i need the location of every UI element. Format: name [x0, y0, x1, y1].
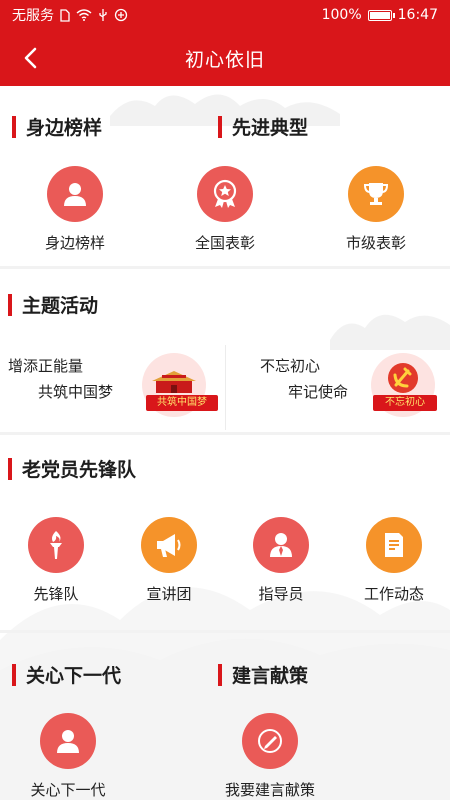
section-header-advanced-models: 先进典型 [218, 113, 308, 140]
icon-circle [47, 166, 103, 222]
section-accent-bar [218, 115, 222, 138]
icon-circle [253, 517, 309, 573]
section-divider [0, 432, 450, 435]
item-label: 市级表彰 [345, 234, 406, 252]
role-model-item-national[interactable]: 全国表彰 [183, 166, 267, 253]
sim-icon [60, 8, 70, 22]
instructor-icon [270, 533, 292, 557]
clock-time: 16:47 [397, 7, 438, 23]
section-header-vanguard: 老党员先锋队 [8, 455, 136, 482]
page-title: 初心依旧 [184, 48, 265, 71]
icon-circle [40, 713, 96, 769]
torch-icon [50, 531, 62, 559]
activity-card-chinese-dream[interactable]: 增添正能量 共筑中国梦 共筑中国梦 [0, 345, 225, 430]
wifi-icon [76, 9, 92, 21]
section-accent-bar [8, 293, 12, 316]
section-title: 关心下一代 [26, 665, 122, 687]
vanguard-item-lecture[interactable]: 宣讲团 [131, 517, 207, 604]
icon-circle [348, 166, 404, 222]
pen-icon [258, 729, 282, 753]
icon-circle [141, 517, 197, 573]
item-label: 我要建言献策 [224, 781, 315, 799]
section-accent-bar [12, 663, 16, 686]
section-title: 老党员先锋队 [22, 459, 137, 481]
document-icon [385, 533, 403, 557]
battery-percent: 100% [321, 7, 362, 23]
icon-circle [197, 166, 253, 222]
section-title: 先进典型 [232, 117, 309, 139]
icon-circle [366, 517, 422, 573]
item-label: 工作动态 [363, 585, 424, 603]
section-divider [0, 630, 450, 633]
section-header-theme: 主题活动 [8, 291, 98, 318]
section-header-next-generation: 关心下一代 [12, 661, 121, 688]
carrier-text: 无服务 [12, 8, 54, 24]
status-left: 无服务 [12, 5, 128, 25]
chevron-left-icon [24, 47, 37, 69]
battery-icon [367, 9, 395, 21]
activity-ribbon: 不忘初心 [373, 395, 437, 411]
tiananmen-icon [152, 371, 196, 393]
back-button[interactable] [14, 42, 46, 74]
data-saver-icon [114, 8, 128, 22]
section-header-role-models: 身边榜样 [12, 113, 102, 140]
star-medal-icon [213, 179, 237, 208]
section-title: 主题活动 [22, 295, 99, 317]
section-title: 建言献策 [232, 665, 309, 687]
section-accent-bar [218, 663, 222, 686]
item-label: 先锋队 [33, 585, 79, 603]
activity-line2: 牢记使命 [288, 383, 349, 401]
activity-line1: 增添正能量 [8, 357, 84, 375]
vanguard-item-news[interactable]: 工作动态 [350, 517, 438, 604]
section-divider [0, 266, 450, 269]
item-label: 关心下一代 [30, 781, 106, 799]
person-icon [64, 183, 86, 206]
activity-line2: 共筑中国梦 [38, 383, 114, 401]
nav-bar: 初心依旧 [0, 30, 450, 86]
item-label: 身边榜样 [44, 234, 105, 252]
activity-ribbon: 共筑中国梦 [146, 395, 218, 411]
megaphone-icon [157, 534, 181, 557]
role-model-item-city[interactable]: 市级表彰 [334, 166, 418, 253]
activity-card-original-aspiration[interactable]: 不忘初心 牢记使命 不忘初心 [226, 345, 450, 430]
activity-line1: 不忘初心 [260, 357, 321, 375]
status-right: 100% 16:47 [322, 7, 438, 23]
item-label: 全国表彰 [194, 234, 255, 252]
trophy-icon [363, 183, 389, 205]
person-icon [57, 730, 79, 753]
cloud-decoration-right [330, 314, 450, 350]
section-accent-bar [8, 457, 12, 480]
next-generation-item[interactable]: 关心下一代 [20, 713, 116, 800]
vanguard-item-team[interactable]: 先锋队 [18, 517, 94, 604]
section-title: 身边榜样 [26, 117, 103, 139]
icon-circle [242, 713, 298, 769]
status-bar: 无服务 100% 16:47 [0, 0, 450, 30]
party-emblem-icon [388, 363, 418, 393]
item-label: 宣讲团 [146, 585, 192, 603]
icon-circle [28, 517, 84, 573]
item-label: 指导员 [258, 585, 304, 603]
usb-icon [99, 9, 107, 21]
vanguard-item-instructor[interactable]: 指导员 [243, 517, 319, 604]
role-model-item-local[interactable]: 身边榜样 [35, 166, 115, 253]
suggestion-item[interactable]: 我要建言献策 [212, 713, 328, 800]
section-accent-bar [12, 115, 16, 138]
section-header-suggestions: 建言献策 [218, 661, 308, 688]
